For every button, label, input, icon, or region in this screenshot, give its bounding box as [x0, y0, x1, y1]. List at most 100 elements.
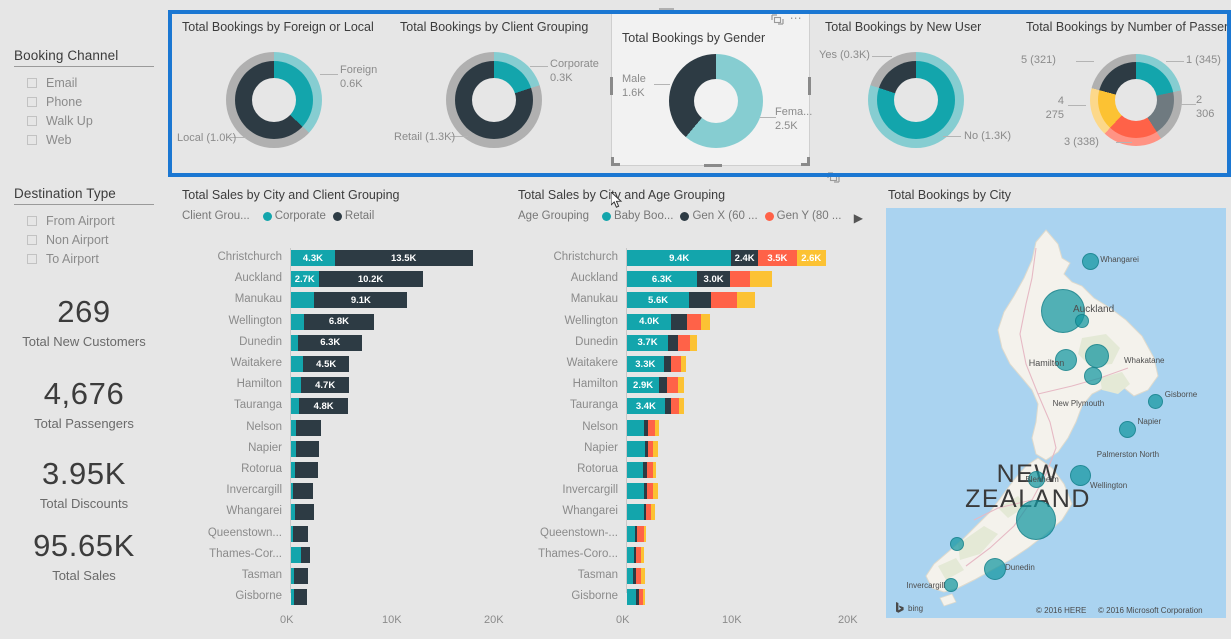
bar-segment[interactable]: [291, 334, 299, 351]
bar-segment[interactable]: [294, 589, 307, 606]
visual-header-actions-gender[interactable]: ⋯: [770, 12, 803, 25]
bar-segment[interactable]: 2.4K: [731, 250, 758, 266]
bar-segment[interactable]: [627, 462, 643, 478]
donut-chart-new-user[interactable]: [868, 52, 964, 148]
bar-segment[interactable]: 2.6K: [796, 250, 826, 266]
bar-row[interactable]: [627, 589, 645, 606]
bar-row[interactable]: [291, 589, 307, 606]
map-bubble-invercargill[interactable]: [943, 578, 958, 593]
bar-row[interactable]: 2.7K 10.2K: [291, 271, 423, 288]
bar-segment[interactable]: [736, 292, 755, 309]
bar-row[interactable]: 6.3K 3.0K: [627, 271, 773, 288]
drag-handle-icon[interactable]: [659, 7, 674, 14]
bar-row[interactable]: 4.0K: [627, 313, 711, 330]
slicer-option-non-airport[interactable]: Non Airport: [14, 230, 164, 249]
bar-segment[interactable]: [293, 525, 309, 542]
bar-segment[interactable]: [640, 568, 646, 584]
legend-item-gen-y[interactable]: Gen Y (80 ...: [764, 210, 841, 222]
visual-header-gender[interactable]: [659, 7, 674, 14]
bar-segment[interactable]: [686, 313, 702, 330]
bar-row[interactable]: 4.5K: [291, 356, 350, 372]
bar-segment[interactable]: [294, 504, 315, 521]
visual-total-bookings-by-city-map[interactable]: Total Bookings by City NEW ZEALAND Whang…: [878, 182, 1231, 639]
bar-segment[interactable]: [643, 525, 647, 542]
bar-segment[interactable]: [679, 398, 684, 415]
focus-mode-icon[interactable]: [770, 12, 784, 25]
bar-segment[interactable]: 4.5K: [303, 356, 350, 372]
map-bubble-christchurch[interactable]: [1015, 499, 1056, 540]
donut-chart-foreign-local[interactable]: [226, 52, 322, 148]
bar-segment[interactable]: [671, 356, 682, 372]
checkbox-email[interactable]: [27, 77, 37, 88]
checkbox-phone[interactable]: [27, 96, 37, 107]
bar-segment[interactable]: [690, 334, 697, 351]
bar-segment[interactable]: [652, 483, 658, 500]
visual-total-sales-by-city-and-age-grouping[interactable]: ⋯ Total Sales by City and Age Grouping A…: [508, 170, 873, 639]
bar-row[interactable]: [627, 462, 656, 478]
bar-segment[interactable]: 10.2K: [318, 271, 423, 288]
bar-segment[interactable]: [627, 483, 644, 500]
bar-segment[interactable]: [291, 313, 305, 330]
bar-segment[interactable]: [678, 377, 684, 394]
bar-row[interactable]: 5.6K: [627, 292, 755, 309]
bar-segment[interactable]: 4.8K: [299, 398, 349, 415]
checkbox-walk-up[interactable]: [27, 115, 37, 126]
bar-row[interactable]: 4.8K: [291, 398, 349, 415]
map-bubble-gisborne[interactable]: [1147, 393, 1163, 409]
donut-chart-passengers[interactable]: [1090, 54, 1182, 146]
bar-segment[interactable]: [627, 589, 636, 606]
focus-mode-icon[interactable]: [826, 170, 840, 183]
bar-segment[interactable]: 3.5K: [757, 250, 797, 266]
bar-row[interactable]: [627, 440, 659, 457]
checkbox-web[interactable]: [27, 134, 37, 145]
resize-handle-bottom[interactable]: [704, 164, 722, 167]
bar-segment[interactable]: [636, 525, 644, 542]
map-bubble-auckland-2[interactable]: [1074, 313, 1089, 328]
bar-segment[interactable]: [627, 419, 644, 436]
bar-segment[interactable]: [642, 589, 645, 606]
kpi-total-sales[interactable]: 95.65K Total Sales: [0, 529, 168, 582]
bar-row[interactable]: [291, 440, 320, 457]
bar-segment[interactable]: [671, 313, 687, 330]
bar-row[interactable]: 9.4K 2.4K 3.5K 2.6K: [627, 250, 826, 266]
bar-segment[interactable]: [654, 419, 660, 436]
bar-segment[interactable]: [291, 377, 302, 394]
bar-row[interactable]: [291, 504, 315, 521]
resize-handle-bottom-right-v[interactable]: [807, 157, 810, 166]
bar-segment[interactable]: [295, 440, 320, 457]
bar-segment[interactable]: [627, 525, 635, 542]
bar-segment[interactable]: [648, 419, 655, 436]
bar-segment[interactable]: [663, 356, 672, 372]
bar-segment[interactable]: [292, 483, 314, 500]
legend-client-grouping[interactable]: Client Grou... Corporate Retail: [182, 210, 374, 222]
slicer-option-web[interactable]: Web: [14, 130, 164, 149]
bar-row[interactable]: [291, 525, 309, 542]
bar-row[interactable]: [627, 504, 656, 521]
slicer-option-from-airport[interactable]: From Airport: [14, 211, 164, 230]
visual-bookings-by-number-of-passengers[interactable]: Total Bookings by Number of Passeng.. 1 …: [1016, 14, 1231, 173]
bar-segment[interactable]: [293, 568, 308, 584]
bar-segment[interactable]: [653, 440, 659, 457]
bar-segment[interactable]: [653, 462, 656, 478]
bar-row[interactable]: 2.9K: [627, 377, 684, 394]
bar-segment[interactable]: [295, 462, 318, 478]
bar-segment[interactable]: [689, 292, 712, 309]
bar-segment[interactable]: [627, 440, 645, 457]
bar-segment[interactable]: [291, 546, 302, 563]
visual-total-sales-by-city-and-client-grouping[interactable]: Total Sales by City and Client Grouping …: [172, 182, 504, 639]
bar-row[interactable]: 3.3K: [627, 356, 687, 372]
bar-segment[interactable]: 3.4K: [627, 398, 665, 415]
bar-segment[interactable]: 13.5K: [334, 250, 473, 266]
bar-segment[interactable]: [291, 356, 304, 372]
visual-bookings-by-foreign-or-local[interactable]: Total Bookings by Foreign or Local Forei…: [172, 14, 386, 173]
bar-segment[interactable]: [641, 546, 645, 563]
checkbox-from-airport[interactable]: [27, 215, 37, 226]
bar-segment[interactable]: [750, 271, 773, 288]
bar-segment[interactable]: 4.3K: [291, 250, 335, 266]
kpi-total-discounts[interactable]: 3.95K Total Discounts: [0, 457, 168, 510]
bar-segment[interactable]: [291, 398, 300, 415]
bar-segment[interactable]: [671, 398, 680, 415]
bar-row[interactable]: 6.8K: [291, 313, 374, 330]
bar-segment[interactable]: [664, 398, 672, 415]
bar-segment[interactable]: 3.3K: [627, 356, 664, 372]
